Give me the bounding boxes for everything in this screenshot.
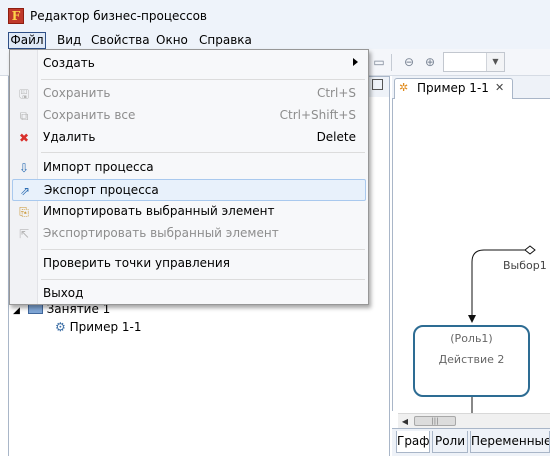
- node-role-label: (Роль1): [450, 332, 493, 345]
- file-menu-dropdown: Создать 🖫 Сохранить Ctrl+S ⧉ Сохранить в…: [9, 49, 369, 305]
- export-icon: ⇗: [19, 184, 31, 198]
- delete-icon: ✖: [18, 131, 30, 145]
- menu-item-label: Экспортировать выбранный элемент: [43, 226, 279, 240]
- menu-item-import-process[interactable]: ⇩ Импорт процесса: [12, 157, 366, 179]
- save-icon: 🖫: [18, 87, 30, 101]
- menu-separator: [41, 279, 365, 280]
- menu-item-label: Создать: [43, 56, 95, 70]
- action-node[interactable]: (Роль1) Действие 2: [413, 325, 530, 397]
- menu-item-shortcut: Ctrl+S: [316, 86, 356, 100]
- menu-item-save-all[interactable]: ⧉ Сохранить все Ctrl+Shift+S: [12, 105, 366, 127]
- menu-item-label: Сохранить все: [43, 108, 136, 122]
- tab-roles[interactable]: Роли: [432, 431, 468, 453]
- menu-item-shortcut: Ctrl+Shift+S: [279, 108, 356, 122]
- editor-tab-bar: ✲ Пример 1-1 ✕: [392, 76, 550, 99]
- tree-item-process[interactable]: ⚙ Пример 1-1: [55, 319, 142, 335]
- import-icon: ⇩: [18, 161, 30, 175]
- process-diagram-icon: ✲: [399, 81, 409, 94]
- window-title: Редактор бизнес-процессов: [30, 9, 207, 23]
- tab-graph[interactable]: Граф: [396, 431, 430, 453]
- menu-item-export-element[interactable]: ⇱ Экспортировать выбранный элемент: [12, 223, 366, 245]
- toolbar-separator: [391, 54, 392, 71]
- save-all-icon: ⧉: [19, 109, 29, 123]
- menu-item-create[interactable]: Создать: [12, 53, 366, 75]
- menu-item-label: Сохранить: [43, 86, 111, 100]
- title-bar: F Редактор бизнес-процессов: [0, 0, 550, 32]
- import-element-icon: ⎘: [19, 205, 29, 219]
- scrollbar-thumb[interactable]: |||: [414, 416, 456, 426]
- print-icon[interactable]: ▭: [372, 55, 386, 69]
- tab-label: Пример 1-1: [417, 81, 489, 95]
- scroll-left-icon[interactable]: ◀: [398, 415, 412, 428]
- menu-item-label: Импортировать выбранный элемент: [43, 204, 275, 218]
- process-icon: ⚙: [55, 320, 66, 334]
- node-action-label: Действие 2: [438, 353, 505, 366]
- menu-bar: Файл Вид Свойства Окно Справка: [0, 32, 550, 49]
- transition-label: Выбор1: [503, 259, 547, 272]
- menu-item-delete[interactable]: ✖ Удалить Delete: [12, 127, 366, 149]
- maximize-icon[interactable]: [372, 79, 383, 90]
- menu-item-import-element[interactable]: ⎘ Импортировать выбранный элемент: [12, 201, 366, 223]
- menu-item-check-control-points[interactable]: Проверить точки управления: [12, 253, 366, 275]
- menu-file[interactable]: Файл: [8, 32, 46, 49]
- menu-item-export-process[interactable]: ⇗ Экспорт процесса: [12, 179, 366, 201]
- editor-bottom-tabs: Граф Роли Переменные: [392, 428, 550, 456]
- horizontal-scrollbar[interactable]: ◀ |||: [398, 413, 550, 428]
- menu-item-label: Выход: [43, 286, 84, 300]
- app-logo-icon: F: [8, 8, 24, 24]
- tree-item-label: Пример 1-1: [69, 320, 142, 334]
- tab-process-editor[interactable]: ✲ Пример 1-1 ✕: [394, 78, 513, 99]
- chevron-down-icon[interactable]: ▼: [486, 53, 504, 71]
- menu-separator: [41, 152, 365, 153]
- menu-help[interactable]: Справка: [199, 32, 252, 49]
- menu-separator: [41, 249, 365, 250]
- menu-item-label: Импорт процесса: [43, 160, 154, 174]
- collapse-arrow-icon[interactable]: ◢: [13, 306, 20, 316]
- zoom-in-icon[interactable]: ⊕: [423, 55, 437, 69]
- menu-window[interactable]: Окно: [156, 32, 188, 49]
- menu-item-save[interactable]: 🖫 Сохранить Ctrl+S: [12, 83, 366, 105]
- tab-variables[interactable]: Переменные: [470, 431, 550, 453]
- menu-separator: [41, 79, 365, 80]
- menu-item-label: Экспорт процесса: [44, 183, 159, 197]
- menu-properties[interactable]: Свойства: [91, 32, 150, 49]
- menu-item-label: Проверить точки управления: [43, 256, 230, 270]
- close-icon[interactable]: ✕: [495, 81, 504, 94]
- menu-item-label: Удалить: [43, 130, 96, 144]
- zoom-select[interactable]: ▼: [443, 52, 505, 72]
- menu-item-shortcut: Delete: [316, 130, 356, 144]
- zoom-out-icon[interactable]: ⊖: [402, 55, 416, 69]
- submenu-arrow-icon: [353, 58, 358, 66]
- export-element-icon: ⇱: [18, 227, 30, 241]
- menu-view[interactable]: Вид: [57, 32, 81, 49]
- menu-item-exit[interactable]: Выход: [12, 283, 366, 305]
